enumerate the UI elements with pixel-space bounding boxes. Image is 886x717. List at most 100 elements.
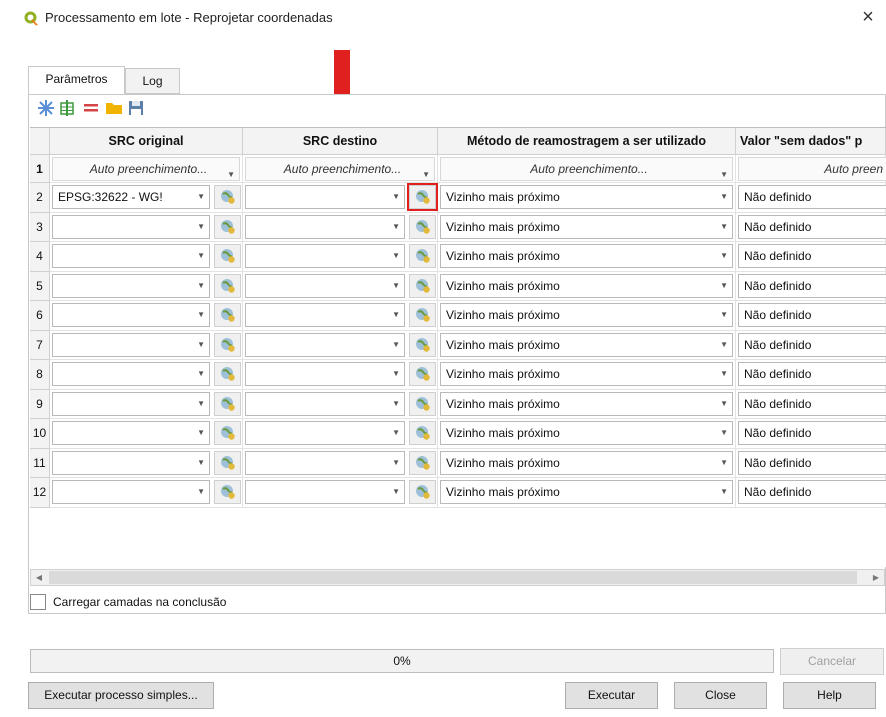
scroll-thumb[interactable] xyxy=(49,571,857,584)
help-button[interactable]: Help xyxy=(783,682,876,709)
crs-selector-button[interactable] xyxy=(214,450,241,475)
tab-parametros[interactable]: Parâmetros xyxy=(28,66,125,95)
resampling-method-combo[interactable]: Vizinho mais próximo ▼ xyxy=(440,362,733,386)
autofill-valor-combo[interactable]: Auto preen xyxy=(738,157,886,181)
crs-selector-button[interactable] xyxy=(214,303,241,327)
src-destino-combo[interactable]: ▼ xyxy=(245,332,405,357)
src-original-combo[interactable]: ▼ xyxy=(52,480,210,504)
crs-selector-button[interactable] xyxy=(214,480,241,504)
open-file-icon[interactable] xyxy=(104,98,124,118)
resampling-method-combo[interactable]: Vizinho mais próximo ▼ xyxy=(440,480,733,504)
nodata-value-field[interactable]: Não definido xyxy=(738,362,886,386)
resampling-method-combo[interactable]: Vizinho mais próximo ▼ xyxy=(440,244,733,268)
crs-selector-button[interactable] xyxy=(409,332,436,357)
column-header-src-original[interactable]: SRC original xyxy=(50,128,243,155)
nodata-value-field[interactable]: Não definido xyxy=(738,480,886,504)
resampling-method-combo[interactable]: Vizinho mais próximo ▼ xyxy=(440,303,733,327)
src-destino-combo[interactable]: ▼ xyxy=(245,362,405,386)
scroll-left-icon[interactable]: ◀ xyxy=(31,570,47,585)
crs-selector-button[interactable] xyxy=(409,450,436,475)
resampling-method-combo[interactable]: Vizinho mais próximo ▼ xyxy=(440,421,733,445)
table-cell: Vizinho mais próximo ▼ xyxy=(438,478,736,508)
combo-value: Vizinho mais próximo xyxy=(446,337,560,352)
src-destino-combo[interactable]: ▼ xyxy=(245,303,405,327)
crs-selector-button[interactable] xyxy=(214,421,241,445)
resampling-method-combo[interactable]: Vizinho mais próximo ▼ xyxy=(440,450,733,475)
autofill-cell: Auto preen xyxy=(736,155,886,183)
resampling-method-combo[interactable]: Vizinho mais próximo ▼ xyxy=(440,214,733,239)
scroll-right-icon[interactable]: ▶ xyxy=(868,570,884,585)
resampling-method-combo[interactable]: Vizinho mais próximo ▼ xyxy=(440,185,733,209)
src-destino-combo[interactable]: ▼ xyxy=(245,421,405,445)
crs-selector-button[interactable] xyxy=(214,244,241,268)
table-cell: Não definido xyxy=(736,183,886,213)
src-destino-combo[interactable]: ▼ xyxy=(245,480,405,504)
autofill-src-destino-combo[interactable]: Auto preenchimento... ▼ xyxy=(245,157,435,181)
crs-selector-button[interactable] xyxy=(409,214,436,239)
crs-selector-button[interactable] xyxy=(214,214,241,239)
src-destino-combo[interactable]: ▼ xyxy=(245,214,405,239)
crs-selector-button[interactable] xyxy=(409,391,436,416)
run-single-process-button[interactable]: Executar processo simples... xyxy=(28,682,214,709)
crs-selector-button[interactable] xyxy=(409,303,436,327)
autofill-icon[interactable] xyxy=(36,98,56,118)
nodata-value-field[interactable]: Não definido xyxy=(738,332,886,357)
table-cell: Não definido xyxy=(736,242,886,272)
resampling-method-combo[interactable]: Vizinho mais próximo ▼ xyxy=(440,332,733,357)
src-destino-combo[interactable]: ▼ xyxy=(245,185,405,209)
src-original-combo[interactable]: ▼ xyxy=(52,214,210,239)
crs-selector-button[interactable] xyxy=(214,362,241,386)
column-header-src-destino[interactable]: SRC destino xyxy=(243,128,438,155)
nodata-value-field[interactable]: Não definido xyxy=(738,214,886,239)
src-original-combo[interactable]: ▼ xyxy=(52,303,210,327)
save-icon[interactable] xyxy=(126,98,146,118)
crs-selector-button[interactable] xyxy=(214,332,241,357)
src-original-combo[interactable]: ▼ xyxy=(52,273,210,298)
combo-value: Vizinho mais próximo xyxy=(446,249,560,263)
nodata-value-field[interactable]: Não definido xyxy=(738,244,886,268)
column-header-valor-sem-dados[interactable]: Valor "sem dados" p xyxy=(736,128,886,155)
load-layers-checkbox[interactable] xyxy=(30,594,46,610)
src-original-combo[interactable]: ▼ xyxy=(52,244,210,268)
crs-selector-button[interactable] xyxy=(214,391,241,416)
row-number: 12 xyxy=(30,478,50,508)
src-destino-combo[interactable]: ▼ xyxy=(245,244,405,268)
nodata-value-field[interactable]: Não definido xyxy=(738,391,886,416)
crs-selector-button[interactable] xyxy=(409,273,436,298)
nodata-value-field[interactable]: Não definido xyxy=(738,303,886,327)
crs-selector-button[interactable] xyxy=(407,183,438,211)
crs-selector-button[interactable] xyxy=(409,421,436,445)
src-original-combo[interactable]: ▼ xyxy=(52,450,210,475)
crs-selector-button[interactable] xyxy=(409,362,436,386)
src-original-combo[interactable]: ▼ xyxy=(52,421,210,445)
crs-selector-button[interactable] xyxy=(409,244,436,268)
src-destino-combo[interactable]: ▼ xyxy=(245,391,405,416)
resampling-method-combo[interactable]: Vizinho mais próximo ▼ xyxy=(440,273,733,298)
table-cell: Não definido xyxy=(736,360,886,390)
close-button[interactable]: Close xyxy=(674,682,767,709)
crs-selector-button[interactable] xyxy=(214,273,241,298)
crs-selector-button[interactable] xyxy=(214,185,241,209)
cancel-button[interactable]: Cancelar xyxy=(780,648,884,675)
autofill-src-original-combo[interactable]: Auto preenchimento... ▼ xyxy=(52,157,240,181)
autofill-metodo-combo[interactable]: Auto preenchimento... ▼ xyxy=(440,157,733,181)
close-icon[interactable]: × xyxy=(856,4,880,30)
src-original-combo[interactable]: EPSG:32622 - WG! ▼ xyxy=(52,185,210,209)
src-destino-combo[interactable]: ▼ xyxy=(245,450,405,475)
nodata-value-field[interactable]: Não definido xyxy=(738,185,886,209)
resampling-method-combo[interactable]: Vizinho mais próximo ▼ xyxy=(440,391,733,416)
remove-row-icon[interactable] xyxy=(81,98,101,118)
crs-selector-button[interactable] xyxy=(409,480,436,504)
nodata-value-field[interactable]: Não definido xyxy=(738,421,886,445)
horizontal-scrollbar[interactable]: ◀ ▶ xyxy=(30,569,885,586)
src-original-combo[interactable]: ▼ xyxy=(52,362,210,386)
tab-log[interactable]: Log xyxy=(125,68,180,94)
add-row-icon[interactable] xyxy=(58,98,78,118)
src-destino-combo[interactable]: ▼ xyxy=(245,273,405,298)
nodata-value-field[interactable]: Não definido xyxy=(738,450,886,475)
nodata-value-field[interactable]: Não definido xyxy=(738,273,886,298)
src-original-combo[interactable]: ▼ xyxy=(52,391,210,416)
run-button[interactable]: Executar xyxy=(565,682,658,709)
column-header-metodo[interactable]: Método de reamostragem a ser utilizado xyxy=(438,128,736,155)
src-original-combo[interactable]: ▼ xyxy=(52,332,210,357)
